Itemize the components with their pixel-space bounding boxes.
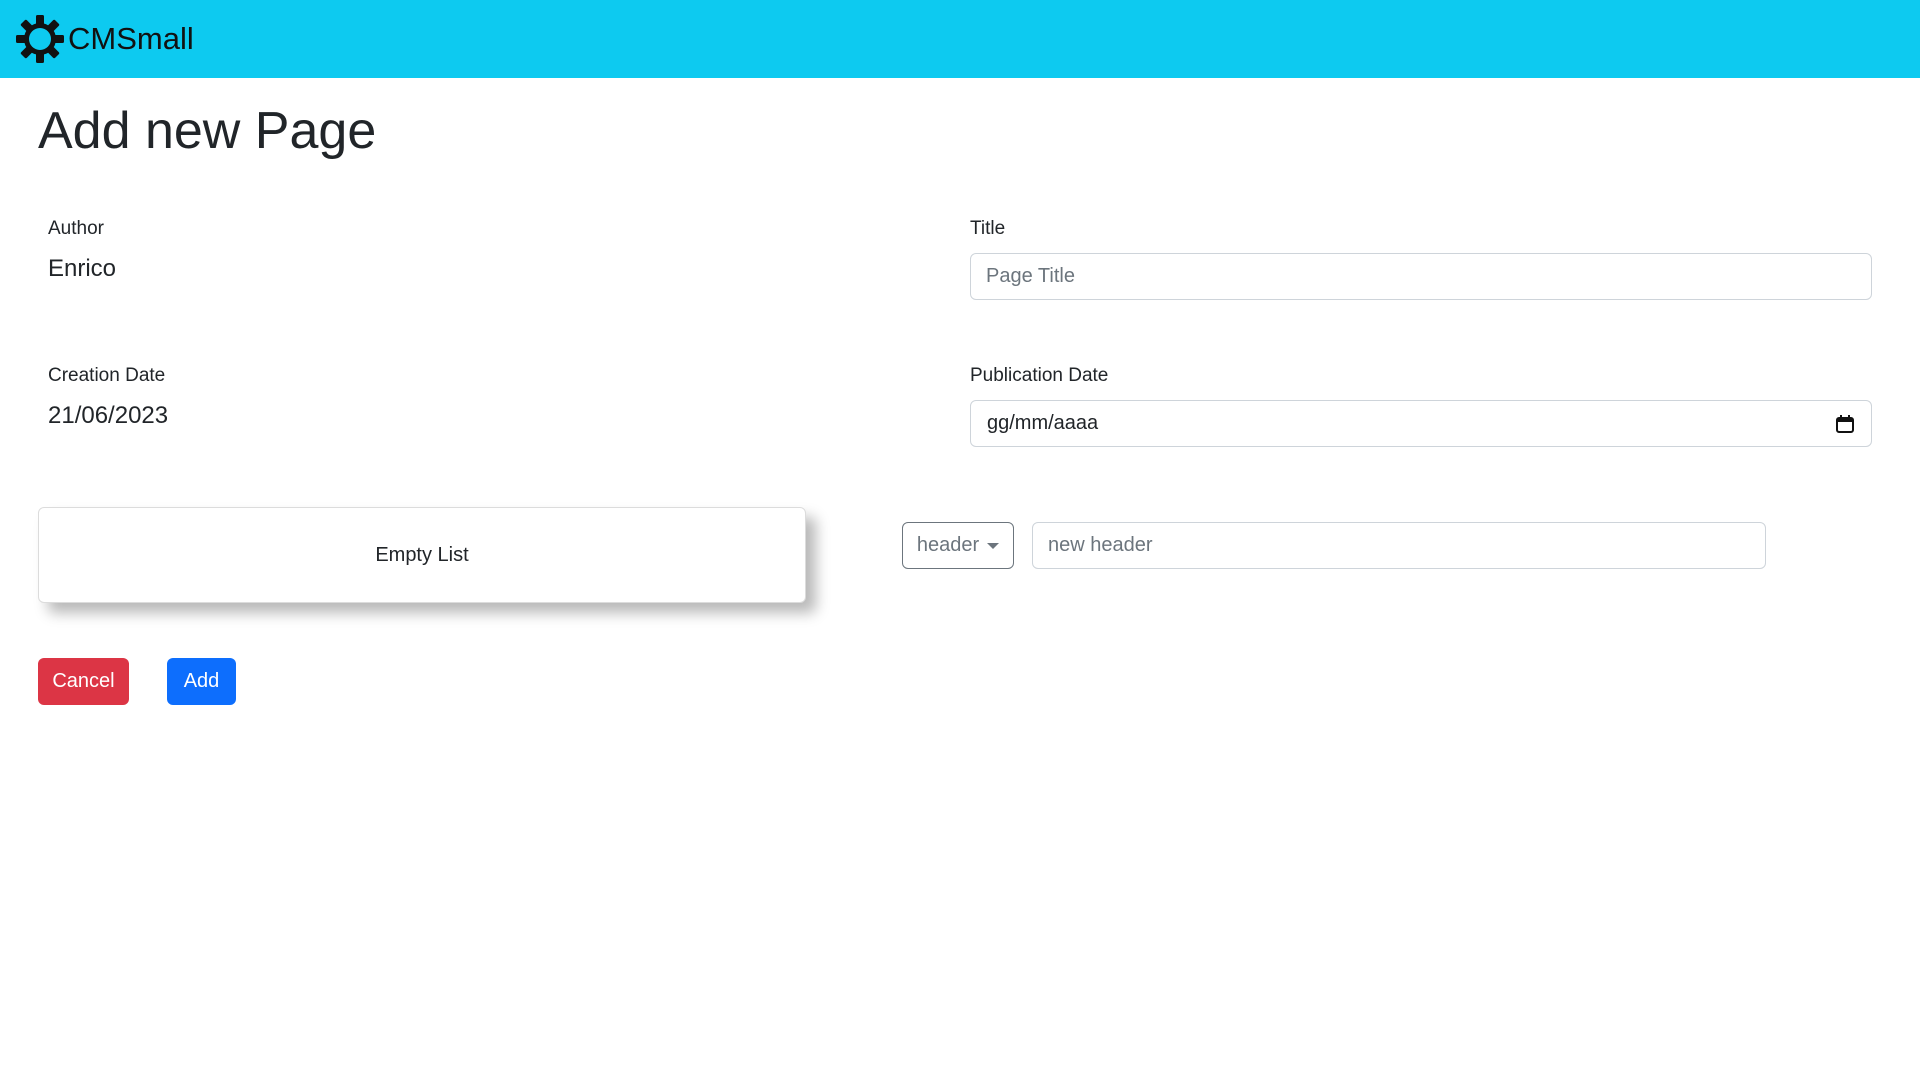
add-button[interactable]: Add bbox=[167, 658, 236, 705]
empty-list-message: Empty List bbox=[375, 543, 469, 566]
creation-date-value: 21/06/2023 bbox=[48, 402, 169, 429]
brand-name: CMSmall bbox=[68, 21, 194, 56]
publication-date-placeholder: gg/mm/aaaa bbox=[987, 412, 1099, 434]
new-block-input[interactable] bbox=[1032, 522, 1766, 569]
title-label: Title bbox=[970, 218, 1006, 239]
author-label: Author bbox=[48, 218, 104, 239]
calendar-icon[interactable] bbox=[1835, 414, 1855, 434]
cancel-button[interactable]: Cancel bbox=[38, 658, 129, 705]
chevron-down-icon bbox=[987, 542, 1000, 549]
content-block-list: Empty List bbox=[38, 507, 806, 603]
page-title: Add new Page bbox=[38, 102, 377, 160]
block-type-dropdown[interactable]: header bbox=[902, 522, 1014, 569]
block-type-selected: header bbox=[916, 534, 980, 556]
top-navbar: CMSmall bbox=[0, 0, 1920, 78]
gear-icon bbox=[14, 13, 66, 65]
creation-date-label: Creation Date bbox=[48, 365, 166, 386]
brand-link[interactable]: CMSmall bbox=[14, 13, 194, 65]
publication-date-input[interactable]: gg/mm/aaaa bbox=[970, 400, 1872, 447]
title-input[interactable] bbox=[970, 253, 1872, 300]
publication-date-label: Publication Date bbox=[970, 365, 1109, 386]
author-value: Enrico bbox=[48, 255, 117, 282]
